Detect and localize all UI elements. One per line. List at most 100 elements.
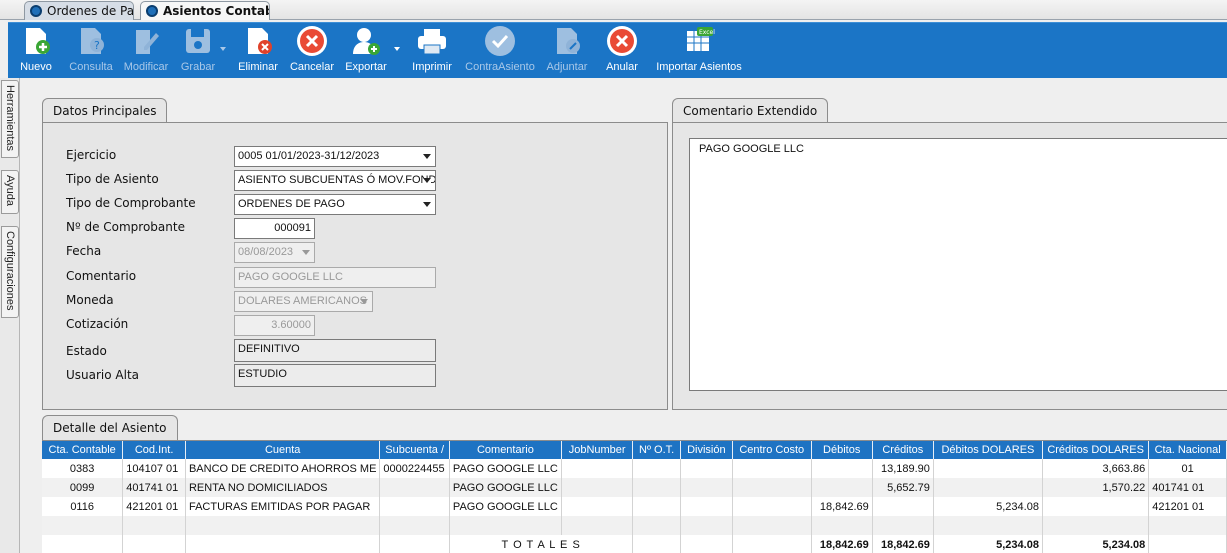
cell[interactable]: 0116 — [42, 497, 124, 516]
cell[interactable]: 5,234.08 — [933, 497, 1043, 516]
cell[interactable]: FACTURAS EMITIDAS POR PAGAR — [185, 497, 381, 516]
cell[interactable] — [680, 478, 733, 497]
sidebar-tab-herramientas[interactable]: Herramientas — [1, 80, 19, 158]
comentario-extendido-textarea[interactable]: PAGO GOOGLE LLC — [689, 138, 1227, 391]
fecha-label: Fecha — [66, 244, 102, 258]
sidebar-tab-ayuda[interactable]: Ayuda — [1, 170, 19, 214]
comentario-value: PAGO GOOGLE LLC — [238, 271, 343, 283]
col-header[interactable]: Nº O.T. — [632, 441, 681, 459]
sidebar-tab-configuraciones[interactable]: Configuraciones — [1, 226, 19, 318]
anular-button[interactable]: Anular — [600, 25, 644, 77]
tab-asientos-contables[interactable]: Asientos Contables — [140, 1, 270, 20]
nuevo-label: Nuevo — [20, 61, 52, 73]
cell[interactable] — [379, 497, 450, 516]
cotizacion-input[interactable]: 3.60000 — [234, 315, 315, 336]
cell[interactable]: 18,842.69 — [811, 497, 873, 516]
cell[interactable] — [732, 459, 812, 478]
cell[interactable] — [561, 459, 634, 478]
fecha-value: 08/08/2023 — [238, 246, 294, 258]
adjuntar-button[interactable]: Adjuntar — [542, 25, 592, 77]
usuario-alta-label: Usuario Alta — [66, 368, 140, 382]
col-header[interactable]: Subcuenta / — [379, 441, 450, 459]
cell[interactable] — [811, 459, 873, 478]
imprimir-button[interactable]: Imprimir — [408, 25, 456, 77]
cell[interactable]: 421201 01 — [122, 497, 186, 516]
comentario-input[interactable]: PAGO GOOGLE LLC — [234, 267, 436, 288]
cell[interactable] — [632, 497, 681, 516]
col-header[interactable]: Créditos DOLARES — [1042, 441, 1150, 459]
cell[interactable] — [732, 497, 812, 516]
col-header[interactable]: Créditos — [872, 441, 934, 459]
col-header[interactable]: Débitos — [811, 441, 873, 459]
consulta-button[interactable]: ? Consulta — [66, 25, 116, 77]
cell[interactable] — [680, 497, 733, 516]
col-header[interactable]: Centro Costo — [732, 441, 812, 459]
cell[interactable] — [561, 478, 634, 497]
col-header[interactable]: Cta. Nacional — [1148, 441, 1227, 459]
cell[interactable]: 5,652.79 — [872, 478, 934, 497]
cell[interactable] — [1042, 497, 1150, 516]
cell[interactable] — [933, 459, 1043, 478]
cell[interactable] — [561, 497, 634, 516]
table-row[interactable]: 0116 421201 01 FACTURAS EMITIDAS POR PAG… — [42, 497, 1227, 516]
cell[interactable]: 3,663.86 — [1042, 459, 1150, 478]
cell[interactable]: 401741 01 — [1148, 478, 1227, 497]
table-row[interactable]: 0383 104107 01 BANCO DE CREDITO AHORROS … — [42, 459, 1227, 478]
col-header[interactable]: Cuenta — [185, 441, 381, 459]
cancelar-button[interactable]: Cancelar — [288, 25, 336, 77]
importar-asientos-button[interactable]: Excel Importar Asientos — [652, 25, 746, 77]
cell[interactable]: 01 — [1148, 459, 1227, 478]
cell[interactable] — [379, 478, 450, 497]
cell[interactable]: 0000224455 — [379, 459, 450, 478]
cell[interactable] — [732, 478, 812, 497]
tipo-asiento-select[interactable]: ASIENTO SUBCUENTAS Ó MOV.FONDOS — [234, 170, 436, 191]
cell[interactable] — [632, 459, 681, 478]
eliminar-button[interactable]: Eliminar — [236, 25, 280, 77]
side-panel: Herramientas Ayuda Configuraciones — [0, 78, 20, 553]
col-header[interactable]: Comentario — [449, 441, 562, 459]
grabar-button[interactable]: Grabar — [176, 25, 220, 77]
usuario-alta-value: ESTUDIO — [238, 368, 287, 380]
moneda-select[interactable]: DOLARES AMERICANOS — [234, 291, 373, 312]
cell[interactable]: 421201 01 — [1148, 497, 1227, 516]
cell[interactable]: BANCO DE CREDITO AHORROS ME — [185, 459, 381, 478]
modificar-button[interactable]: Modificar — [120, 25, 172, 77]
col-header[interactable]: JobNumber — [561, 441, 634, 459]
cell[interactable]: 13,189.90 — [872, 459, 934, 478]
col-header[interactable]: Cta. Contable — [42, 441, 124, 459]
table-row[interactable]: 0099 401741 01 RENTA NO DOMICILIADOS PAG… — [42, 478, 1227, 497]
cell[interactable]: PAGO GOOGLE LLC — [449, 497, 562, 516]
cell[interactable]: PAGO GOOGLE LLC — [449, 478, 562, 497]
sidebar-tab-label: Ayuda — [4, 175, 16, 206]
cell[interactable]: 0383 — [42, 459, 124, 478]
new-doc-icon — [20, 25, 52, 57]
fecha-picker[interactable]: 08/08/2023 — [234, 242, 315, 263]
cell[interactable] — [872, 497, 934, 516]
chevron-down-icon — [302, 250, 310, 255]
cell[interactable]: 0099 — [42, 478, 124, 497]
ejercicio-select[interactable]: 0005 01/01/2023-31/12/2023 — [234, 146, 436, 167]
cell[interactable] — [933, 478, 1043, 497]
cell[interactable]: 1,570.22 — [1042, 478, 1150, 497]
col-header[interactable]: División — [680, 441, 733, 459]
edit-icon — [130, 25, 162, 57]
col-header[interactable]: Cod.Int. — [122, 441, 186, 459]
cell[interactable] — [632, 478, 681, 497]
cell[interactable] — [680, 459, 733, 478]
tipo-comprobante-select[interactable]: ORDENES DE PAGO — [234, 194, 436, 215]
grabar-dropdown[interactable] — [220, 25, 228, 77]
col-header[interactable]: Débitos DOLARES — [933, 441, 1043, 459]
cell[interactable]: 104107 01 — [122, 459, 186, 478]
nuevo-button[interactable]: Nuevo — [16, 25, 56, 77]
total-creditos-dolares: 5,234.08 — [1042, 535, 1150, 553]
exportar-dropdown[interactable] — [394, 25, 402, 77]
cell[interactable]: PAGO GOOGLE LLC — [449, 459, 562, 478]
exportar-label: Exportar — [345, 61, 387, 73]
exportar-button[interactable]: Exportar — [342, 25, 390, 77]
contraasiento-button[interactable]: ContraAsiento — [462, 25, 538, 77]
cell[interactable]: RENTA NO DOMICILIADOS — [185, 478, 381, 497]
cell[interactable] — [811, 478, 873, 497]
tab-ordenes-de-pago[interactable]: Ordenes de Pago — [24, 1, 134, 20]
cell[interactable]: 401741 01 — [122, 478, 186, 497]
nro-comprobante-input[interactable]: 000091 — [234, 218, 315, 239]
